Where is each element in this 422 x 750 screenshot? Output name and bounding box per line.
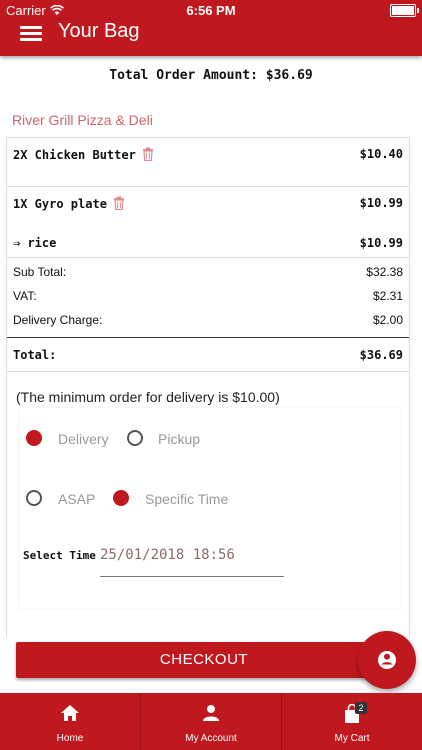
vat-value: $2.31 bbox=[372, 289, 403, 303]
minimum-order-note: (The minimum order for delivery is $10.0… bbox=[16, 389, 280, 405]
delivery-radio[interactable] bbox=[26, 430, 42, 446]
vat-label: VAT: bbox=[13, 289, 37, 303]
divider bbox=[7, 257, 409, 258]
app-header: Your Bag bbox=[0, 20, 422, 56]
nav-cart-label: My Cart bbox=[334, 733, 370, 744]
nav-account[interactable]: My Account bbox=[140, 693, 281, 750]
subtotal-label: Sub Total: bbox=[13, 265, 67, 279]
select-time-label: Select Time bbox=[23, 549, 96, 562]
divider bbox=[7, 371, 409, 372]
pickup-radio[interactable] bbox=[127, 430, 143, 446]
trash-icon[interactable] bbox=[113, 196, 125, 213]
subtotal-value: $32.38 bbox=[366, 265, 403, 279]
person-icon bbox=[201, 704, 221, 725]
nav-account-label: My Account bbox=[185, 733, 237, 744]
shopping-bag-icon: 2 bbox=[343, 702, 367, 727]
account-circle-icon bbox=[378, 651, 396, 669]
checkout-button[interactable]: CHECKOUT bbox=[16, 642, 392, 678]
total-label: Total: bbox=[13, 348, 57, 362]
restaurant-name: River Grill Pizza & Deli bbox=[12, 112, 153, 128]
page-title: Your Bag bbox=[58, 20, 140, 42]
item-price: $10.99 bbox=[359, 196, 403, 210]
total-order-amount: Total Order Amount: $36.69 bbox=[109, 68, 313, 83]
nav-cart[interactable]: 2 My Cart bbox=[281, 693, 422, 750]
item-price: $10.99 bbox=[359, 236, 403, 250]
bottom-navigation: Home My Account 2 My Cart bbox=[0, 693, 422, 750]
item-name: 2X Chicken Butter bbox=[13, 148, 136, 162]
nav-home[interactable]: Home bbox=[0, 693, 140, 750]
specific-time-label[interactable]: Specific Time bbox=[145, 491, 228, 507]
item-price: $10.40 bbox=[359, 147, 403, 161]
item-name: 1X Gyro plate bbox=[13, 197, 107, 211]
divider bbox=[7, 186, 409, 187]
pickup-label[interactable]: Pickup bbox=[158, 431, 200, 447]
status-bar: Carrier 6:56 PM bbox=[0, 0, 422, 20]
nav-home-label: Home bbox=[56, 733, 84, 744]
delivery-label[interactable]: Delivery bbox=[58, 431, 109, 447]
delivery-charge-value: $2.00 bbox=[372, 313, 403, 327]
total-value: $36.69 bbox=[359, 348, 403, 362]
asap-label[interactable]: ASAP bbox=[58, 491, 95, 507]
account-fab[interactable] bbox=[358, 631, 416, 689]
order-options: Delivery Pickup ASAP Specific Time bbox=[20, 408, 400, 608]
delivery-charge-label: Delivery Charge: bbox=[13, 313, 103, 327]
menu-icon[interactable] bbox=[20, 23, 42, 43]
trash-icon[interactable] bbox=[142, 147, 154, 164]
home-icon bbox=[60, 704, 80, 725]
cart-count-badge: 2 bbox=[355, 702, 367, 714]
select-time-input[interactable]: 25/01/2018 18:56 bbox=[100, 547, 235, 563]
select-time-underline bbox=[100, 576, 284, 577]
divider bbox=[7, 337, 409, 338]
asap-radio[interactable] bbox=[26, 490, 42, 506]
specific-time-radio[interactable] bbox=[113, 490, 129, 506]
battery-icon bbox=[390, 4, 419, 17]
status-time: 6:56 PM bbox=[186, 3, 236, 18]
item-name: ⇒ rice bbox=[13, 236, 57, 250]
